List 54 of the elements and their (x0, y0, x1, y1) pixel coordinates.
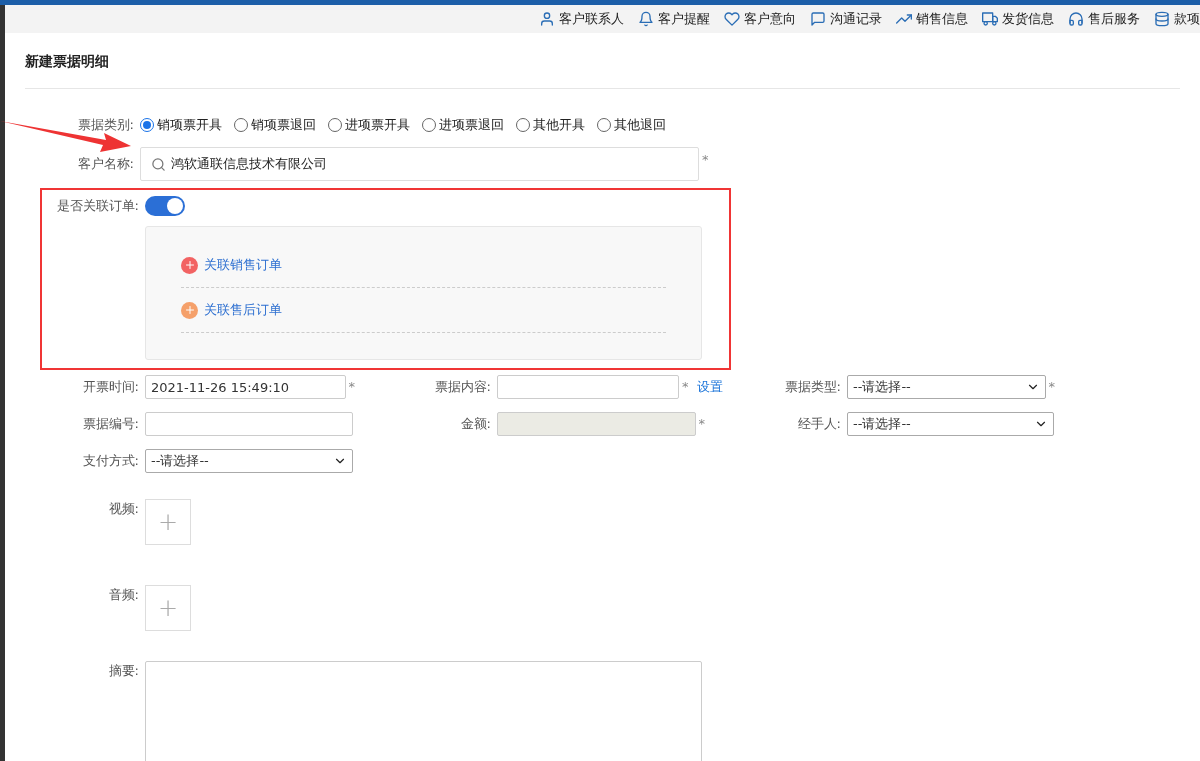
required-mark: * (698, 415, 705, 434)
toolbar-item[interactable]: 客户联系人 (539, 9, 624, 29)
field-label: 票据类型: (784, 378, 841, 397)
toolbar-icon (896, 11, 912, 27)
field-label: 摘要: (108, 662, 139, 680)
toolbar-item[interactable]: 客户意向 (724, 9, 796, 29)
add-order-link[interactable]: 关联售后订单 (181, 300, 282, 320)
toolbar-item[interactable]: 客户提醒 (638, 9, 710, 29)
select-field[interactable]: --请选择-- (847, 375, 1046, 399)
add-order-link[interactable]: 关联销售订单 (181, 255, 282, 275)
required-mark: * (1048, 378, 1055, 397)
customer-search-field[interactable]: 鸿软通联信息技术有限公司 (140, 147, 699, 181)
radio-option[interactable]: 销项票退回 (234, 115, 316, 135)
field-label: 票据内容: (434, 378, 491, 397)
toolbar-icon (810, 11, 826, 27)
field-label: 支付方式: (82, 452, 139, 471)
toolbar-item[interactable]: 销售信息 (896, 9, 968, 29)
toolbar-icon (724, 11, 740, 27)
field-label: 视频: (108, 500, 139, 518)
toolbar-icon (638, 11, 654, 27)
text-field[interactable] (145, 412, 353, 436)
toolbar-icon (1068, 11, 1084, 27)
field-label: 票据编号: (82, 415, 139, 434)
radio-option[interactable]: 其他退回 (597, 115, 666, 135)
toolbar-item[interactable]: 售后服务 (1068, 9, 1140, 29)
required-mark: * (348, 378, 355, 397)
radio-option[interactable]: 销项票开具 (140, 115, 222, 135)
text-field[interactable] (497, 375, 679, 399)
summary-textarea[interactable] (145, 661, 702, 761)
required-mark: * (682, 378, 689, 397)
field-label: 是否关联订单: (56, 197, 139, 216)
toolbar-icon (1154, 11, 1170, 27)
field-label: 票据类别: (77, 116, 134, 135)
page-title: 新建票据明细 (25, 51, 1180, 89)
toggle-switch[interactable] (145, 196, 185, 216)
radio-option[interactable]: 其他开具 (516, 115, 585, 135)
toolbar-item[interactable]: 发货信息 (982, 9, 1054, 29)
text-field[interactable]: 2021-11-26 15:49:10 (145, 375, 346, 399)
field-label: 开票时间: (82, 378, 139, 397)
toolbar-item[interactable]: 款项 (1154, 9, 1200, 29)
field-label: 客户名称: (77, 155, 134, 174)
required-mark: * (702, 152, 709, 167)
radio-option[interactable]: 进项票退回 (422, 115, 504, 135)
search-icon (151, 156, 166, 172)
toolbar-item[interactable]: 沟通记录 (810, 9, 882, 29)
toolbar-icon (539, 11, 555, 27)
select-field[interactable]: --请选择-- (145, 449, 353, 473)
field-label: 音频: (108, 586, 139, 604)
radio-option[interactable]: 进项票开具 (328, 115, 410, 135)
toolbar-icon (982, 11, 998, 27)
select-field[interactable]: --请选择-- (847, 412, 1054, 436)
field-label: 经手人: (797, 415, 841, 434)
settings-link[interactable]: 设置 (696, 377, 723, 397)
field-label: 金额: (460, 415, 491, 434)
